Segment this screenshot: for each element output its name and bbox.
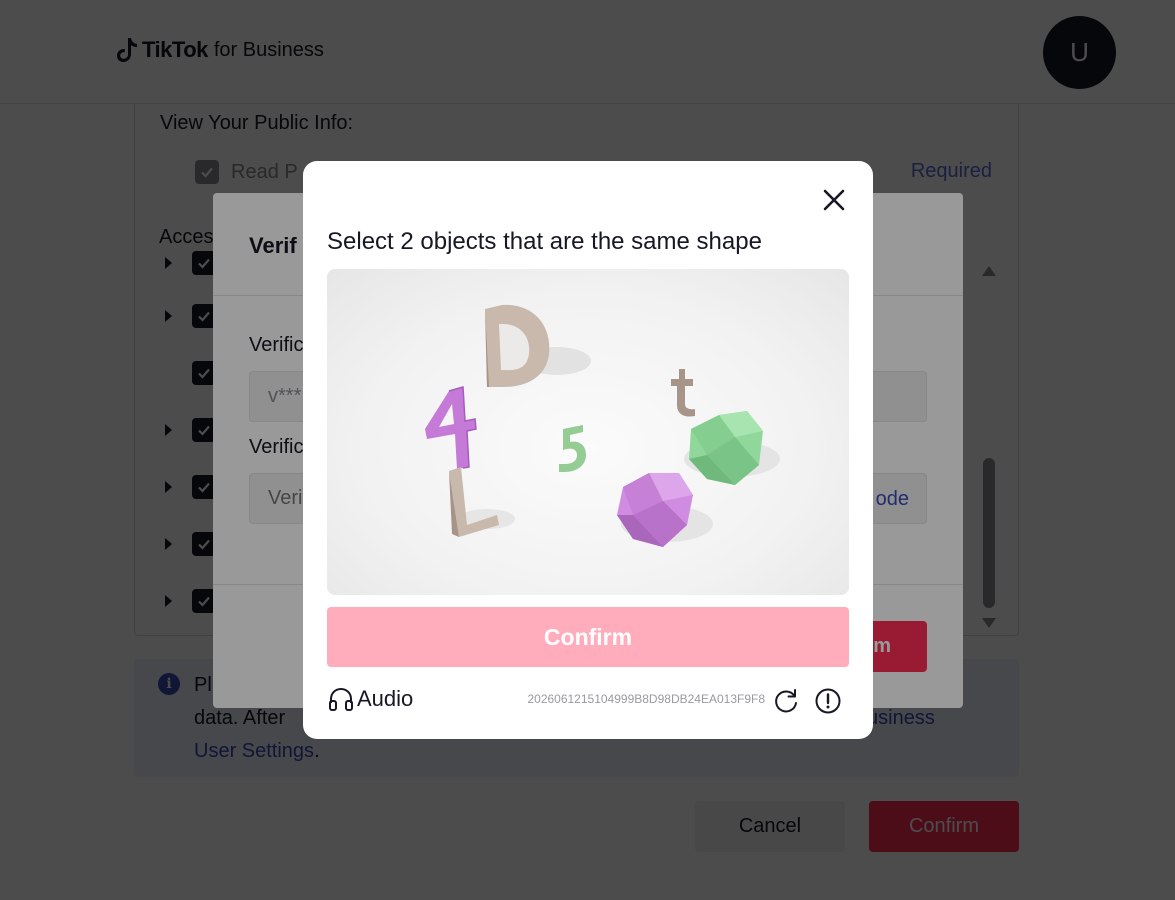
refresh-icon[interactable] (772, 687, 800, 715)
letter-l-object[interactable] (449, 467, 499, 537)
headphones-icon (329, 687, 353, 711)
captcha-confirm-button[interactable]: Confirm (327, 607, 849, 667)
captcha-modal: Select 2 objects that are the same shape… (303, 161, 873, 739)
letter-d-label: D (327, 269, 328, 270)
captcha-instruction: Select 2 objects that are the same shape (327, 228, 762, 255)
digit-4-object[interactable] (425, 386, 477, 469)
digit-5-object[interactable] (559, 425, 586, 472)
close-icon[interactable] (821, 187, 847, 213)
letter-t-object[interactable] (671, 369, 695, 417)
letter-d-object[interactable] (485, 304, 550, 387)
audio-captcha-button[interactable]: Audio (327, 685, 413, 713)
captcha-request-id: 2026061215104999B8D98DB24EA013F9F8 (527, 692, 765, 706)
audio-label: Audio (357, 686, 414, 711)
captcha-scene[interactable]: D (327, 269, 849, 595)
exclamation-circle-icon[interactable] (814, 687, 842, 715)
captcha-image[interactable]: D (327, 269, 849, 595)
